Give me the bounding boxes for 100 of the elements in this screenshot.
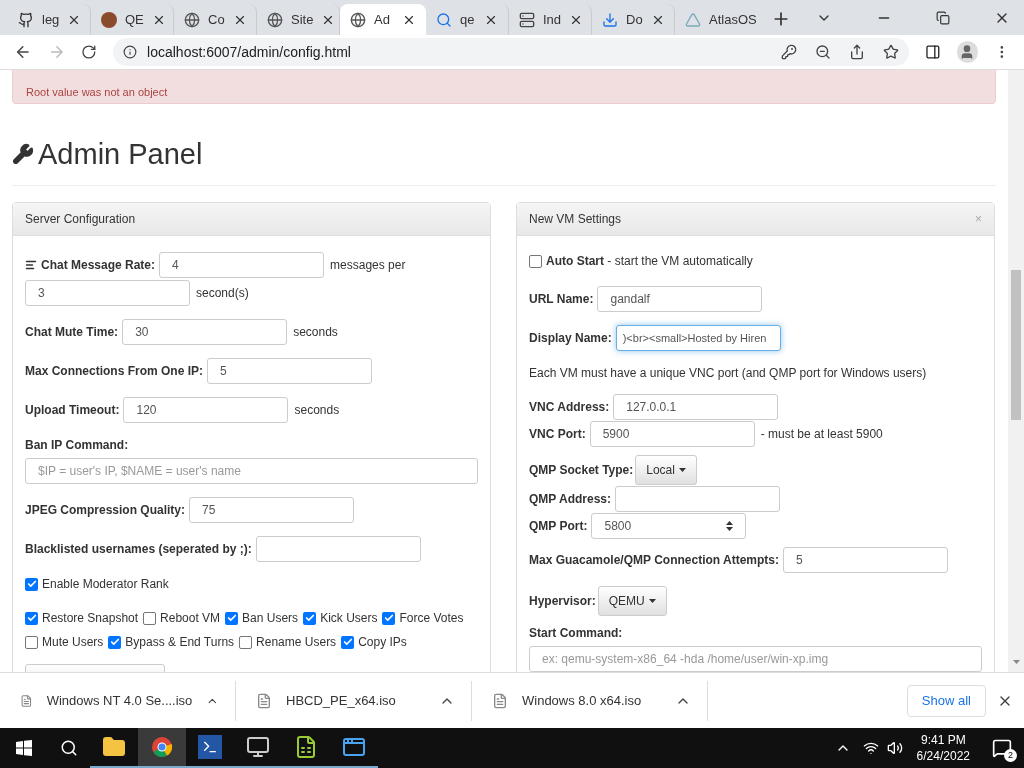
server-icon <box>519 11 535 28</box>
search-icon[interactable] <box>60 739 78 757</box>
zoom-out-icon[interactable] <box>814 44 831 60</box>
star-icon[interactable] <box>882 44 899 60</box>
panel-title: Server Configuration <box>25 211 136 228</box>
number-field[interactable]: 5800 <box>591 513 747 539</box>
input-field[interactable]: 5 <box>783 547 949 573</box>
field-suffix: messages per <box>330 257 406 274</box>
notification-badge: 2 <box>1004 749 1017 762</box>
checkbox-label: Mute Users <box>42 634 104 651</box>
scrollbar-thumb[interactable] <box>1011 270 1021 420</box>
help-text: Each VM must have a unique VNC port (and QMP port for Windows users) <box>529 365 928 382</box>
field-label: QMP Address: <box>529 491 612 508</box>
browser-logo-icon <box>151 736 173 758</box>
checkbox[interactable] <box>225 611 239 625</box>
field-suffix: seconds <box>293 324 338 341</box>
clock-date[interactable]: 6/24/2022 <box>916 748 970 764</box>
checkbox-label: Kick Users <box>320 610 378 627</box>
file-icon <box>20 692 33 709</box>
scroll-down-icon[interactable] <box>1012 660 1020 664</box>
globe-icon <box>350 11 366 28</box>
search-icon <box>436 11 452 28</box>
github-icon <box>18 11 34 28</box>
globe-icon <box>184 11 200 28</box>
folder-icon <box>102 735 126 759</box>
input-field[interactable]: 5900 <box>589 421 755 447</box>
share-icon[interactable] <box>848 44 865 60</box>
input-field[interactable] <box>255 536 421 562</box>
field-label: VNC Port: <box>529 426 586 443</box>
field-suffix: - must be at least 5900 <box>760 426 883 443</box>
checkbox[interactable] <box>529 254 542 268</box>
browser-tab[interactable]: AtlasOS <box>675 4 765 35</box>
input-field[interactable]: 75 <box>189 497 355 523</box>
download-item[interactable]: HBCD_PE_x64.iso <box>236 680 472 721</box>
checkbox[interactable] <box>25 635 38 649</box>
clock-time[interactable]: 9:41 PM <box>920 732 966 748</box>
checkbox-label: Restore Snapshot <box>42 610 139 627</box>
file-icon <box>256 692 272 709</box>
network-icon[interactable] <box>862 740 879 756</box>
browser-tab[interactable]: Ad <box>340 4 426 35</box>
terminal-icon <box>198 735 222 759</box>
side-panel-icon[interactable] <box>924 44 941 60</box>
checkbox[interactable] <box>108 635 122 649</box>
restore-icon[interactable] <box>936 10 950 25</box>
checkbox[interactable] <box>382 611 396 625</box>
dropdown-button[interactable]: QEMU <box>597 586 667 616</box>
caret-icon <box>648 599 656 603</box>
field-label: Max Connections From One IP: <box>25 363 204 380</box>
input-field[interactable]: )<br><small>Hosted by Hiren <box>615 325 781 351</box>
windows-logo-icon[interactable] <box>16 740 32 756</box>
download-item[interactable]: Windows NT 4.0 Se....iso <box>0 680 236 721</box>
field-label: Ban IP Command: <box>25 437 130 454</box>
input-field[interactable]: gandalf <box>597 286 763 312</box>
field-label: Display Name: <box>529 330 612 347</box>
globe-icon <box>267 11 283 28</box>
checkbox-label: Auto Start - start the VM automatically <box>546 253 753 270</box>
address-bar[interactable]: localhost:6007/admin/config.html <box>113 38 909 66</box>
field-label: Start Command: <box>529 625 624 642</box>
reload-icon[interactable] <box>81 44 98 60</box>
page-heading: Admin Panel <box>38 137 203 171</box>
input-field[interactable]: 120 <box>123 397 289 423</box>
dropdown-button[interactable]: Local <box>635 455 697 485</box>
field-label: URL Name: <box>529 291 594 308</box>
scrollbar[interactable] <box>1008 70 1024 672</box>
field-label: VNC Address: <box>529 399 610 416</box>
field-label: Upload Timeout: <box>25 402 120 419</box>
field-label: QMP Socket Type: <box>529 462 634 479</box>
checkbox-label: Rename Users <box>256 634 337 651</box>
spinner-arrows-icon[interactable] <box>726 521 734 531</box>
key-icon[interactable] <box>780 44 797 60</box>
input-field[interactable]: 4 <box>159 252 325 278</box>
field-suffix: second(s) <box>196 285 249 302</box>
notepad-icon <box>294 735 318 759</box>
panel-title: New VM Settings <box>529 211 622 228</box>
checkbox[interactable] <box>25 577 38 591</box>
input-field[interactable] <box>615 486 781 512</box>
checkbox[interactable] <box>341 635 355 649</box>
download-item[interactable]: Windows 8.0 x64.iso <box>472 680 708 721</box>
field-label: Blacklisted usernames (seperated by ;): <box>25 541 252 558</box>
field-label: Chat Mute Time: <box>25 324 119 341</box>
checkbox[interactable] <box>25 611 38 625</box>
checkbox-label: Reboot VM <box>160 610 221 627</box>
speaker-icon[interactable] <box>886 740 903 756</box>
field-suffix: seconds <box>294 402 340 419</box>
input-field[interactable]: 5 <box>207 358 373 384</box>
profile-avatar[interactable] <box>956 41 979 63</box>
taskbar-button[interactable] <box>138 728 186 768</box>
field-label: QMP Port: <box>529 518 588 535</box>
checkbox[interactable] <box>143 611 157 625</box>
field-label: Chat Message Rate: <box>41 257 156 274</box>
error-alert: Root value was not an object <box>12 70 996 104</box>
back-icon[interactable] <box>14 43 32 61</box>
list-icon <box>25 259 37 271</box>
show-all-button[interactable]: Show all <box>906 684 986 717</box>
input-field[interactable]: 127.0.0.1 <box>613 394 779 420</box>
input-field[interactable]: 30 <box>122 319 288 345</box>
input-field[interactable]: 3 <box>25 280 190 306</box>
checkbox[interactable] <box>303 611 317 625</box>
checkbox[interactable] <box>239 635 253 649</box>
download-icon <box>602 11 618 28</box>
